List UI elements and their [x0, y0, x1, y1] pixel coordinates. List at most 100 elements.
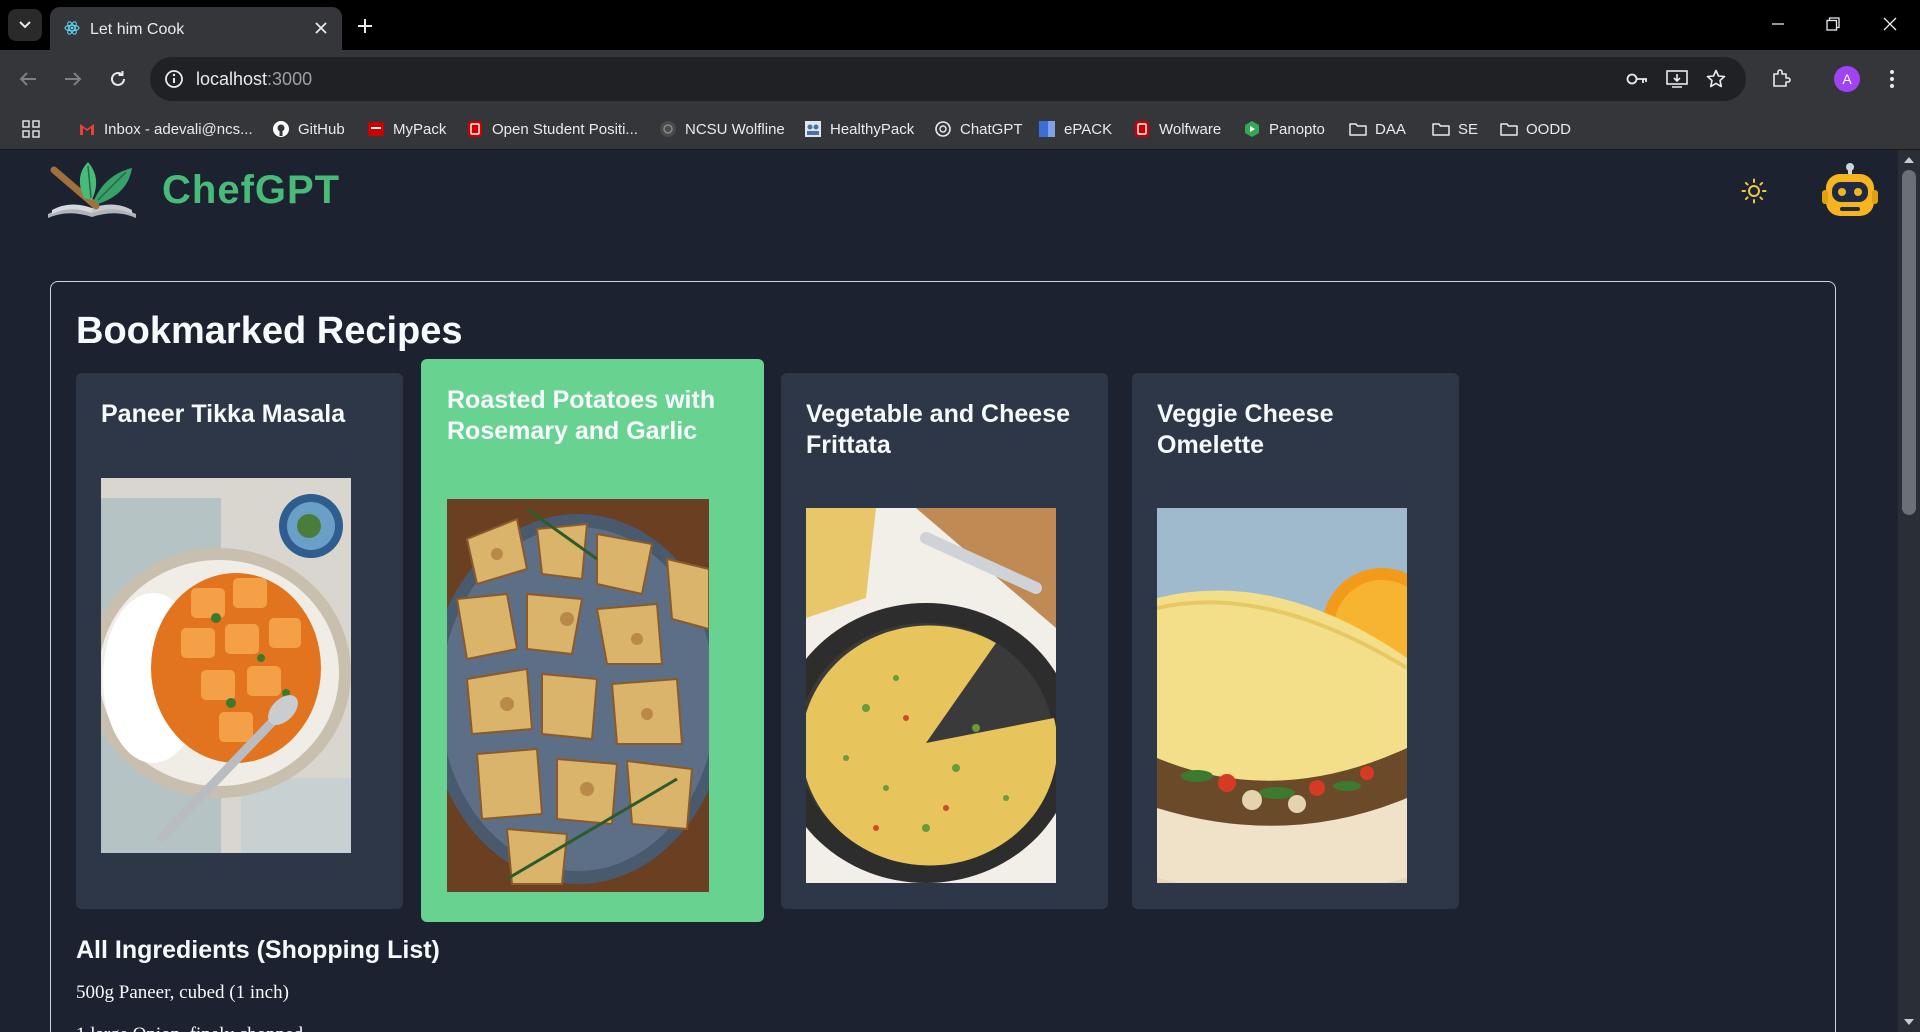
recipe-card-paneer-tikka-masala[interactable]: Paneer Tikka Masala	[76, 373, 403, 909]
chatgpt-icon	[935, 121, 951, 137]
arrow-right-icon	[65, 72, 82, 86]
wolfline-icon	[660, 121, 676, 137]
recipe-title: Vegetable and Cheese Frittata	[806, 400, 1071, 459]
bookmark-label: Panopto	[1269, 120, 1325, 138]
bookmark-folder-se[interactable]: SE	[1432, 118, 1478, 140]
address-bar[interactable]: localhost:3000	[150, 57, 1746, 101]
close-window-button[interactable]	[1878, 12, 1902, 36]
bookmark-chatgpt[interactable]: ChatGPT	[934, 118, 1023, 140]
bookmarked-recipes-panel: Bookmarked Recipes Paneer Tikka Masala R…	[50, 281, 1836, 1032]
bookmark-ncsu-wolfline[interactable]: NCSU Wolfline	[659, 118, 785, 140]
bookmark-label: Open Student Positi...	[492, 120, 638, 138]
paneer-tikka-masala-image[interactable]	[101, 478, 351, 853]
panopto-icon	[1245, 121, 1259, 137]
bookmark-star-button[interactable]	[1705, 68, 1727, 90]
apps-grid-icon	[22, 120, 40, 138]
bookmark-label: Inbox - adevali@ncs...	[104, 120, 253, 138]
folder-icon	[1349, 123, 1367, 136]
ingredient-item: 1 large Onion, finely chopped	[76, 1024, 303, 1032]
kebab-menu-icon	[1890, 70, 1894, 88]
ncsu-icon	[468, 121, 482, 137]
tab-search-button[interactable]	[8, 9, 42, 41]
star-icon	[1706, 69, 1726, 88]
browser-menu-button[interactable]	[1877, 64, 1907, 94]
install-icon	[1666, 70, 1688, 88]
folder-icon	[1500, 123, 1518, 136]
mypack-icon	[368, 122, 384, 136]
theme-toggle-button[interactable]	[1740, 177, 1768, 205]
key-icon	[1626, 73, 1647, 85]
sun-icon	[1741, 178, 1767, 204]
tab-close-button[interactable]	[312, 19, 330, 37]
frittata-image[interactable]	[806, 508, 1056, 883]
bookmark-mypack[interactable]: MyPack	[367, 118, 446, 140]
bookmark-label: ChatGPT	[960, 120, 1023, 138]
brand-title[interactable]: ChefGPT	[162, 168, 340, 213]
restore-button[interactable]	[1821, 12, 1845, 36]
reload-button[interactable]	[103, 64, 133, 94]
bookmark-label: ePACK	[1064, 120, 1113, 138]
minimize-button[interactable]	[1766, 12, 1790, 36]
browser-toolbar: localhost:3000	[0, 50, 1920, 108]
restore-icon	[1826, 17, 1840, 31]
url-port: :3000	[267, 69, 313, 89]
minimize-icon	[1772, 23, 1784, 25]
scroll-thumb[interactable]	[1902, 170, 1916, 515]
bookmark-epack[interactable]: ePACK	[1038, 118, 1112, 140]
chatbot-icon[interactable]	[1822, 162, 1878, 224]
bookmark-label: MyPack	[393, 120, 447, 138]
bookmark-github[interactable]: GitHub	[272, 118, 345, 140]
wolfware-icon	[1135, 121, 1149, 137]
page-scrollbar[interactable]	[1898, 150, 1920, 1032]
install-app-button[interactable]	[1666, 68, 1688, 90]
healthypack-icon	[805, 121, 821, 137]
page-title: Bookmarked Recipes	[76, 310, 463, 352]
recipe-card-vegetable-cheese-frittata[interactable]: Vegetable and Cheese Frittata	[781, 373, 1108, 909]
back-button[interactable]	[13, 64, 43, 94]
profile-avatar[interactable]: A	[1834, 66, 1860, 92]
react-icon	[64, 21, 80, 35]
password-key-button[interactable]	[1626, 68, 1648, 90]
url-host: localhost	[196, 69, 268, 89]
triangle-down-icon	[1904, 1019, 1914, 1025]
shopping-list-heading: All Ingredients (Shopping List)	[76, 936, 440, 964]
bookmark-inbox[interactable]: Inbox - adevali@ncs...	[78, 118, 253, 140]
plus-icon	[358, 19, 372, 33]
bookmark-label: Wolfware	[1159, 120, 1222, 138]
arrow-left-icon	[19, 72, 36, 86]
page-content: ChefGPT Bookmarked Recipes Paneer Tikka …	[0, 150, 1920, 1032]
active-tab[interactable]: Let him Cook	[50, 7, 342, 50]
new-tab-button[interactable]	[352, 13, 378, 39]
bookmark-wolfware[interactable]: Wolfware	[1133, 118, 1221, 140]
bookmark-label: NCSU Wolfline	[685, 120, 785, 138]
recipe-card-roasted-potatoes[interactable]: Roasted Potatoes with Rosemary and Garli…	[421, 359, 764, 922]
bookmark-folder-daa[interactable]: DAA	[1349, 118, 1406, 140]
bookmark-label: SE	[1458, 120, 1479, 138]
scroll-up-button[interactable]	[1903, 154, 1915, 166]
close-icon	[1883, 17, 1897, 31]
bookmark-open-student-positions[interactable]: Open Student Positi...	[466, 118, 638, 140]
apps-button[interactable]	[22, 118, 40, 140]
omelette-image[interactable]	[1157, 508, 1407, 883]
recipe-card-veggie-cheese-omelette[interactable]: Veggie Cheese Omelette	[1132, 373, 1459, 909]
site-info-icon[interactable]	[164, 69, 184, 89]
bookmark-label: DAA	[1375, 120, 1406, 138]
bookmark-healthypack[interactable]: HealthyPack	[804, 118, 914, 140]
close-icon	[315, 22, 327, 34]
gmail-icon	[80, 124, 94, 135]
bookmark-panopto[interactable]: Panopto	[1243, 118, 1325, 140]
url-text[interactable]: localhost:3000	[196, 69, 312, 90]
extensions-button[interactable]	[1766, 64, 1796, 94]
bookmark-folder-oodd[interactable]: OODD	[1500, 118, 1571, 140]
folder-icon	[1432, 123, 1450, 136]
bookmarks-bar: Inbox - adevali@ncs... GitHub MyPack Ope…	[0, 108, 1920, 150]
scroll-down-button[interactable]	[1903, 1016, 1915, 1028]
bookmark-label: HealthyPack	[830, 120, 915, 138]
recipe-title: Roasted Potatoes with Rosemary and Garli…	[447, 386, 716, 445]
chefgpt-logo-icon[interactable]	[44, 158, 140, 222]
forward-button[interactable]	[58, 64, 88, 94]
roasted-potatoes-image[interactable]	[447, 499, 709, 892]
bookmark-label: OODD	[1526, 120, 1571, 138]
recipe-title: Paneer Tikka Masala	[101, 400, 346, 428]
chevron-down-icon	[19, 21, 31, 29]
